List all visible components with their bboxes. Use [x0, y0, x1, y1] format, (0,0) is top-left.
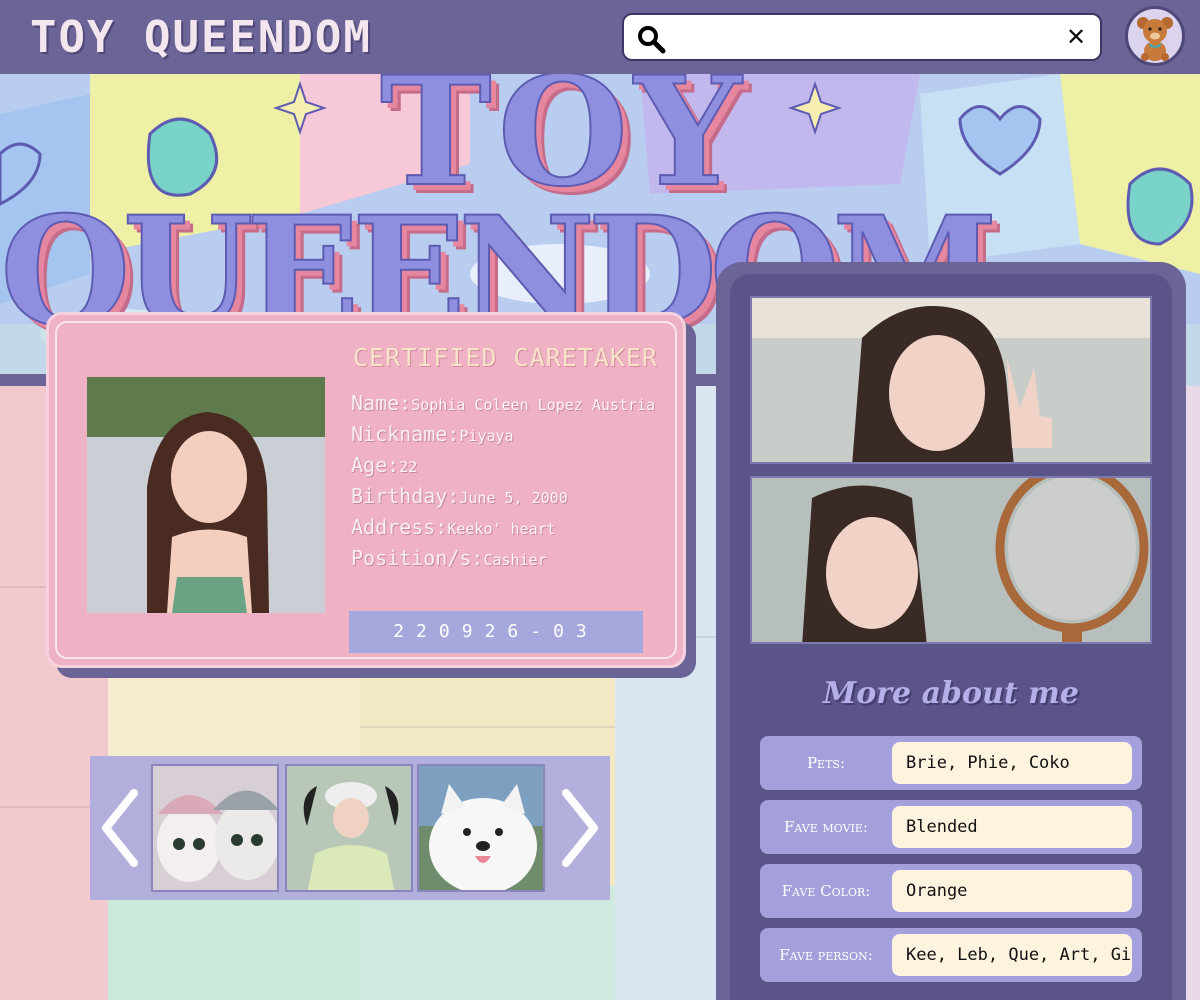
search-input[interactable] — [674, 21, 1044, 53]
info-row-pets: Pets: Brie, Phie, Coko — [760, 736, 1142, 790]
panel-photo-2 — [750, 476, 1152, 644]
avatar[interactable] — [1125, 6, 1185, 66]
field-age: Age:22 — [351, 453, 417, 477]
field-name: Name:Sophia Coleen Lopez Austria — [351, 391, 655, 415]
teddy-bear-icon — [1137, 17, 1173, 61]
field-birthday: Birthday:June 5, 2000 — [351, 484, 568, 508]
info-value: Blended — [892, 806, 1132, 848]
search-bar[interactable]: ✕ — [622, 13, 1102, 61]
about-panel: More about me Pets: Brie, Phie, Coko Fav… — [716, 262, 1186, 1000]
person-photo — [287, 766, 411, 890]
info-value: Orange — [892, 870, 1132, 912]
card-title: CERTIFIED CARETAKER — [353, 343, 658, 372]
field-value: Keeko' heart — [447, 520, 556, 538]
brand-logo[interactable]: TOY QUEENDOM — [30, 12, 372, 63]
info-row-fave-movie: Fave movie: Blended — [760, 800, 1142, 854]
cats-photo — [153, 766, 277, 890]
chevron-right-icon[interactable] — [554, 778, 604, 878]
info-value: Brie, Phie, Coko — [892, 742, 1132, 784]
wood-plank — [360, 886, 615, 1000]
info-label: Fave Color: — [781, 882, 871, 900]
field-value: Sophia Coleen Lopez Austria — [411, 396, 656, 414]
info-value: Kee, Leb, Que, Art, Gia — [892, 934, 1132, 976]
field-label: Position/s: — [351, 546, 484, 570]
close-icon[interactable]: ✕ — [1062, 23, 1090, 51]
field-value: Cashier — [483, 551, 547, 569]
caretaker-id-card: CERTIFIED CARETAKER Name:Sophia Coleen L… — [46, 312, 686, 668]
more-about-me-title: More about me — [823, 676, 1079, 711]
field-label: Age: — [351, 453, 400, 477]
info-row-fave-color: Fave Color: Orange — [760, 864, 1142, 918]
field-position: Position/s:Cashier — [351, 546, 547, 570]
selfie-photo — [752, 298, 1150, 462]
profile-photo — [87, 377, 325, 613]
info-label: Fave person: — [779, 946, 873, 964]
carousel-thumb-dog[interactable] — [417, 764, 545, 892]
id-number: 220926-03 — [349, 611, 643, 653]
samoyed-dog-photo — [419, 766, 543, 890]
field-value: 22 — [399, 458, 418, 476]
carousel-thumb-cats[interactable] — [151, 764, 279, 892]
field-value: June 5, 2000 — [459, 489, 568, 507]
field-value: Piyaya — [459, 427, 514, 445]
field-label: Name: — [351, 391, 412, 415]
panel-photo-1 — [750, 296, 1152, 464]
info-row-fave-person: Fave person: Kee, Leb, Que, Art, Gia — [760, 928, 1142, 982]
info-label: Pets: — [806, 754, 846, 772]
field-label: Birthday: — [351, 484, 460, 508]
field-nickname: Nickname:Piyaya — [351, 422, 514, 446]
top-bar: TOY QUEENDOM ✕ — [0, 0, 1200, 74]
info-label: Fave movie: — [783, 818, 868, 836]
profile-photo-image — [87, 377, 325, 613]
search-icon[interactable] — [636, 24, 666, 54]
chevron-left-icon[interactable] — [96, 778, 146, 878]
about-panel-inner: More about me Pets: Brie, Phie, Coko Fav… — [730, 274, 1172, 1000]
field-label: Address: — [351, 515, 448, 539]
photo-carousel — [90, 756, 610, 900]
field-address: Address:Keeko' heart — [351, 515, 556, 539]
racket-photo — [752, 478, 1150, 642]
carousel-thumb-person[interactable] — [285, 764, 413, 892]
field-label: Nickname: — [351, 422, 460, 446]
